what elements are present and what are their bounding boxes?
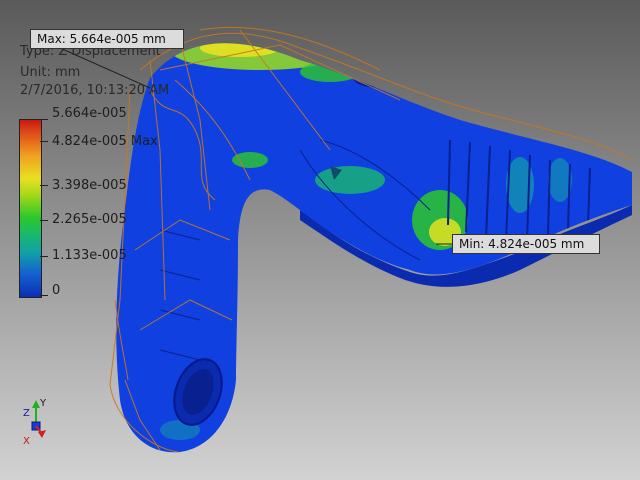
y-axis-label: Y [39, 398, 47, 409]
legend-label-low: 1.133e-005 [52, 248, 127, 263]
legend-label-max: 5.664e-005 [52, 106, 127, 121]
color-legend-bar [19, 119, 42, 298]
view-triad[interactable]: Z Y X [14, 396, 64, 448]
max-probe-label[interactable]: Max: 5.664e-005 mm [30, 29, 184, 49]
legend-tick [40, 295, 48, 296]
legend-tick [40, 220, 48, 221]
z-axis-label: Z [23, 408, 30, 419]
x-axis-label: X [23, 436, 30, 447]
legend-tick [40, 141, 48, 142]
legend-tick [40, 119, 48, 120]
legend-label-mid-low: 2.265e-005 [52, 212, 127, 227]
result-unit-label: Unit: mm [20, 65, 81, 80]
legend-label-zero: 0 [52, 283, 61, 298]
legend-label-upper: 4.824e-005 Max [52, 134, 158, 149]
legend-tick [40, 185, 48, 186]
legend-tick [40, 256, 48, 257]
min-probe-label[interactable]: Min: 4.824e-005 mm [452, 234, 600, 254]
result-timestamp: 2/7/2016, 10:13:20 AM [20, 83, 170, 98]
graphics-viewport[interactable]: Type: Z Displacement Unit: mm 2/7/2016, … [0, 0, 640, 480]
legend-label-mid-high: 3.398e-005 [52, 178, 127, 193]
